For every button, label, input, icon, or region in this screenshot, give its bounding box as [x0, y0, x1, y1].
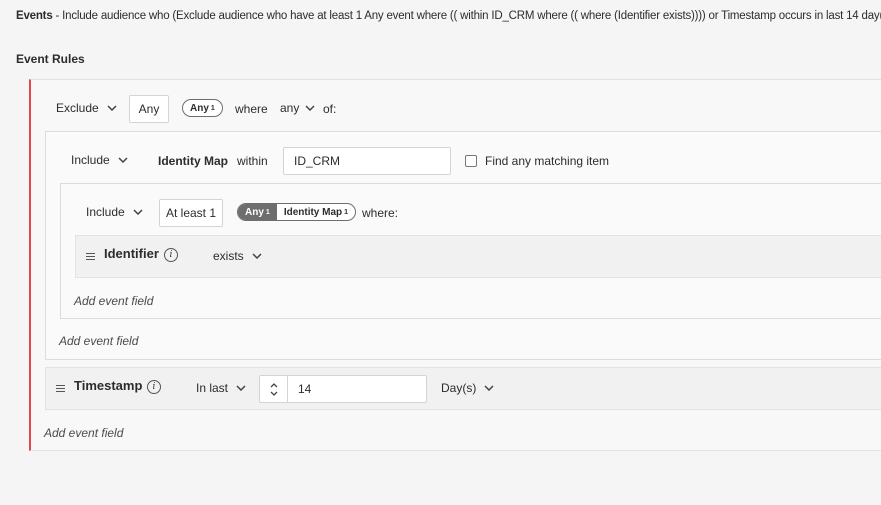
identity-within-label: within	[237, 154, 268, 168]
outer-pill-any: Any 1	[190, 102, 215, 114]
outer-where-label: where	[235, 102, 268, 116]
find-any-matching-label: Find any matching item	[485, 154, 610, 168]
chevron-down-icon	[107, 105, 117, 111]
identity-object-label: Identity Map	[158, 154, 229, 168]
find-any-matching-checkbox[interactable]: Find any matching item	[465, 154, 609, 168]
outer-count-field[interactable]: Any	[129, 95, 169, 123]
identity-add-event-field-link[interactable]: Add event field	[59, 334, 138, 348]
chevron-down-icon	[252, 253, 262, 259]
outer-event-pill[interactable]: Any 1	[182, 99, 223, 117]
info-icon[interactable]: i	[147, 380, 161, 394]
checkbox-icon	[465, 155, 477, 167]
inner-event-pill[interactable]: Any 1 Identity Map 1	[237, 203, 357, 221]
inner-add-event-field-link[interactable]: Add event field	[74, 294, 153, 308]
inner-count-field[interactable]: At least 1	[159, 199, 223, 227]
inner-pill-any: Any 1	[238, 204, 277, 220]
drag-handle-icon[interactable]	[86, 253, 95, 260]
chevron-down-icon	[305, 105, 315, 111]
timestamp-unit-dropdown[interactable]: Day(s)	[441, 381, 494, 395]
summary-label: Events	[16, 10, 53, 22]
identifier-operator-label: exists	[213, 249, 244, 263]
timestamp-operator-label: In last	[196, 381, 229, 395]
outer-count-value: Any	[138, 102, 160, 116]
timestamp-value-stepper[interactable]: 14	[259, 375, 427, 403]
inner-mode-label: Include	[86, 205, 125, 219]
identity-mode-dropdown[interactable]: Include	[71, 153, 128, 167]
inner-count-value: At least 1	[165, 206, 217, 220]
outer-quantifier-dropdown[interactable]: any	[280, 101, 315, 115]
outer-mode-label: Exclude	[56, 101, 99, 115]
chevron-down-icon	[484, 385, 494, 391]
namespace-input[interactable]: ID_CRM	[283, 147, 451, 175]
timestamp-unit-label: Day(s)	[441, 381, 477, 395]
outer-of-label: of:	[323, 102, 337, 116]
summary-text: - Include audience who (Exclude audience…	[52, 10, 881, 22]
namespace-value: ID_CRM	[294, 154, 341, 168]
audience-summary: Events - Include audience who (Exclude a…	[16, 10, 881, 22]
chevron-down-icon[interactable]	[270, 391, 278, 396]
outer-quantifier-label: any	[280, 101, 300, 115]
stepper-arrows[interactable]	[260, 376, 288, 402]
info-icon[interactable]: i	[164, 248, 178, 262]
chevron-down-icon	[236, 385, 246, 391]
timestamp-operator-dropdown[interactable]: In last	[196, 381, 246, 395]
inner-where-label: where:	[362, 206, 399, 220]
chevron-down-icon	[118, 157, 128, 163]
identifier-operator-dropdown[interactable]: exists	[213, 249, 262, 263]
timestamp-field-label: Timestamp	[74, 378, 143, 393]
chevron-up-icon[interactable]	[270, 382, 278, 388]
identifier-field-label: Identifier	[104, 246, 159, 261]
timestamp-value[interactable]: 14	[288, 376, 321, 402]
chevron-down-icon	[133, 209, 143, 215]
identity-mode-label: Include	[71, 153, 110, 167]
outer-mode-dropdown[interactable]: Exclude	[56, 101, 117, 115]
inner-pill-identity-map: Identity Map 1	[283, 206, 349, 218]
page-title: Event Rules	[16, 52, 85, 66]
outer-add-event-field-link[interactable]: Add event field	[44, 426, 123, 440]
inner-mode-dropdown[interactable]: Include	[86, 205, 143, 219]
drag-handle-icon[interactable]	[56, 385, 65, 392]
identifier-rule-row	[75, 235, 881, 278]
